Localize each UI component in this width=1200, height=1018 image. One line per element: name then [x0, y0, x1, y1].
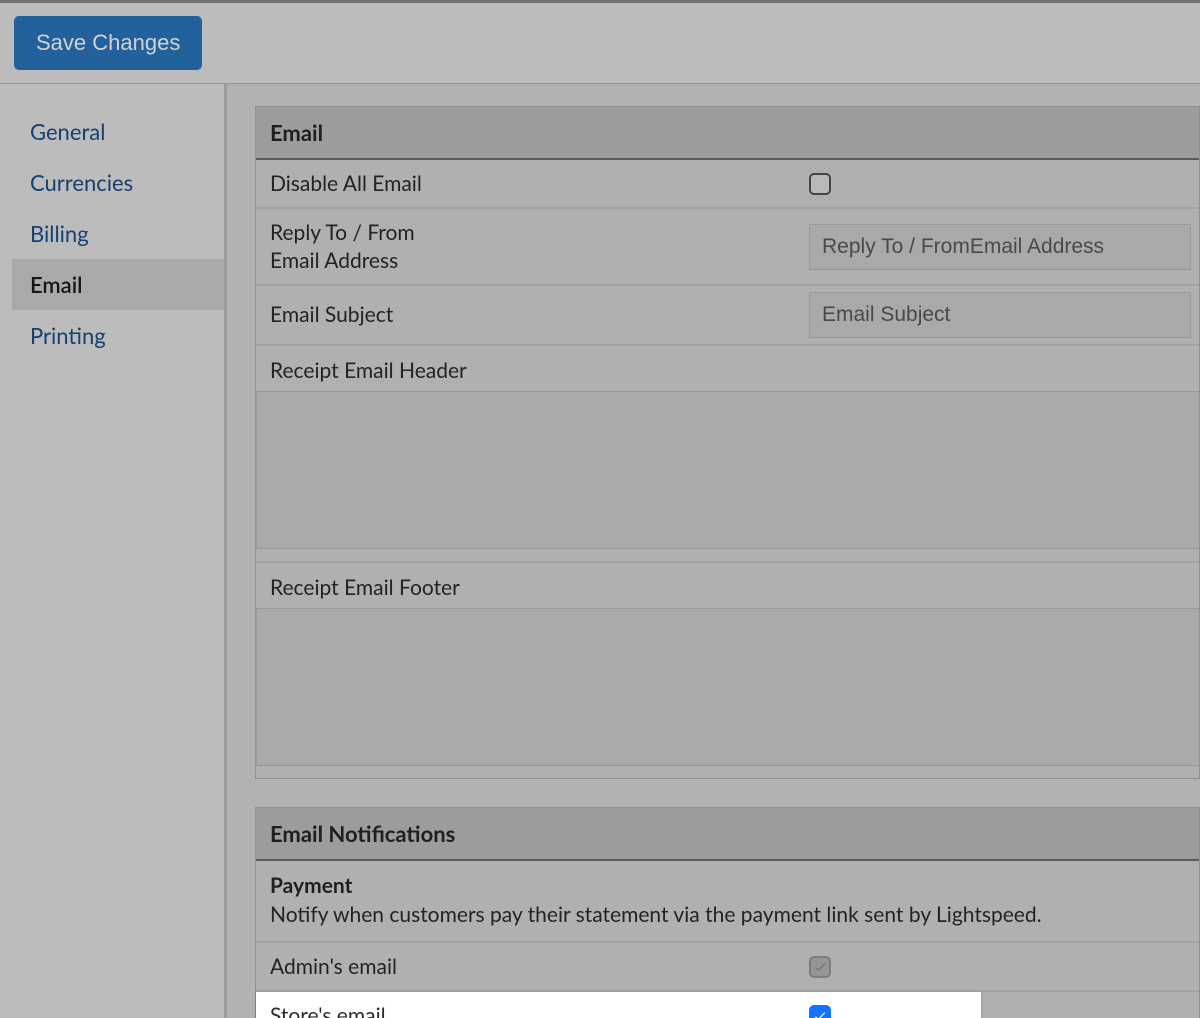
row-email-subject: Email Subject — [256, 286, 1199, 346]
label-reply-to: Reply To / From Email Address — [256, 209, 809, 284]
notifications-panel-title: Email Notifications — [256, 808, 1199, 861]
row-store-email: Store's email — [256, 992, 981, 1018]
label-receipt-footer: Receipt Email Footer — [256, 561, 1199, 608]
checkbox-disable-all-email[interactable] — [809, 173, 831, 195]
textarea-receipt-footer[interactable] — [256, 608, 1199, 766]
sidebar-item-printing[interactable]: Printing — [0, 310, 224, 361]
checkbox-admin-email — [809, 956, 831, 978]
textarea-receipt-header[interactable] — [256, 391, 1199, 549]
notifications-panel: Email Notifications Payment Notify when … — [255, 807, 1200, 1018]
label-disable-all-email: Disable All Email — [256, 160, 809, 207]
main-content: Email Disable All Email Reply To / From … — [227, 84, 1200, 1018]
row-reply-to: Reply To / From Email Address — [256, 209, 1199, 286]
row-disable-all-email: Disable All Email — [256, 160, 1199, 209]
settings-sidebar: General Currencies Billing Email Printin… — [0, 84, 227, 1018]
row-admin-email: Admin's email — [256, 943, 1199, 992]
email-panel: Email Disable All Email Reply To / From … — [255, 106, 1200, 779]
payment-description: Notify when customers pay their statemen… — [270, 902, 1185, 927]
label-receipt-header: Receipt Email Header — [256, 346, 1199, 391]
checkbox-store-email[interactable] — [809, 1005, 831, 1018]
email-panel-title: Email — [256, 107, 1199, 160]
input-reply-to-email[interactable] — [809, 224, 1191, 270]
save-button[interactable]: Save Changes — [14, 16, 202, 70]
check-icon — [813, 960, 827, 974]
input-email-subject[interactable] — [809, 292, 1191, 338]
label-store-email: Store's email — [256, 992, 809, 1018]
payment-title: Payment — [270, 873, 1185, 898]
sidebar-item-email[interactable]: Email — [12, 259, 224, 310]
sidebar-item-currencies[interactable]: Currencies — [0, 157, 224, 208]
sidebar-item-general[interactable]: General — [0, 106, 224, 157]
check-icon — [813, 1009, 827, 1018]
label-admin-email: Admin's email — [256, 943, 809, 990]
toolbar: Save Changes — [0, 0, 1200, 84]
sidebar-item-billing[interactable]: Billing — [0, 208, 224, 259]
label-email-subject: Email Subject — [256, 286, 809, 344]
payment-intro: Payment Notify when customers pay their … — [256, 861, 1199, 943]
